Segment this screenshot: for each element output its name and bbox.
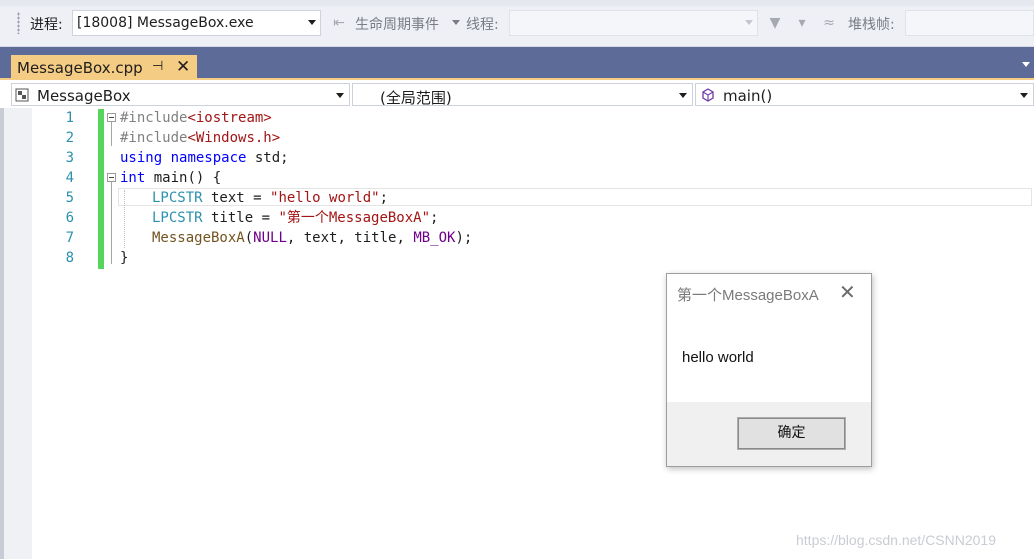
line-number: 3 bbox=[65, 150, 74, 166]
code-line-6[interactable]: LPCSTR title = "第一个MessageBoxA"; bbox=[152, 208, 438, 228]
pin-icon[interactable]: ⊣ bbox=[152, 59, 163, 74]
fold-guide bbox=[111, 122, 112, 146]
project-combo[interactable]: MessageBox bbox=[11, 83, 350, 106]
tab-label: MessageBox.cpp bbox=[17, 59, 143, 77]
code-text: ); bbox=[455, 230, 473, 246]
close-icon[interactable]: ✕ bbox=[176, 57, 190, 77]
string-literal: "hello world" bbox=[270, 190, 380, 206]
indicator-margin bbox=[4, 108, 32, 559]
member-value: main() bbox=[723, 87, 773, 105]
filter-clear-icon[interactable]: ▾ bbox=[792, 13, 812, 33]
fold-collapse-icon[interactable] bbox=[107, 173, 116, 182]
active-tab-underline bbox=[0, 78, 1034, 80]
project-icon bbox=[15, 88, 29, 102]
code-line-4[interactable]: int main() { bbox=[120, 168, 221, 188]
debug-location-toolbar: 进程: [18008] MessageBox.exe ⇤ 生命周期事件 线程: … bbox=[0, 0, 1034, 47]
chevron-down-icon[interactable] bbox=[452, 20, 460, 25]
scope-combo[interactable]: (全局范围) bbox=[352, 83, 693, 107]
code-text: ; bbox=[430, 210, 439, 226]
chevron-down-icon[interactable] bbox=[308, 20, 316, 25]
function-name: MessageBoxA bbox=[152, 230, 245, 246]
navigation-bar: MessageBox (全局范围) main() bbox=[0, 82, 1034, 109]
code-line-7[interactable]: MessageBoxA(NULL, text, title, MB_OK); bbox=[152, 228, 472, 248]
line-number: 2 bbox=[65, 130, 74, 146]
indent-guide bbox=[124, 190, 125, 248]
message-box-dialog: 第一个MessageBoxA ✕ hello world 确定 bbox=[666, 273, 872, 467]
dialog-message: hello world bbox=[682, 349, 754, 366]
thread-combo[interactable] bbox=[509, 10, 758, 36]
dialog-button-area: 确定 bbox=[667, 402, 871, 466]
include-header: <iostream> bbox=[187, 110, 272, 126]
code-text: main() { bbox=[145, 170, 222, 186]
toolbar-top-strip bbox=[0, 0, 1034, 6]
stackframe-label: 堆栈帧: bbox=[848, 17, 895, 33]
toolbar-grip[interactable] bbox=[17, 12, 20, 34]
collapse-icon[interactable]: ≈ bbox=[819, 13, 839, 33]
close-icon[interactable]: ✕ bbox=[839, 280, 856, 304]
keyword: using bbox=[120, 150, 163, 166]
chevron-down-icon[interactable] bbox=[745, 20, 753, 25]
chevron-down-icon[interactable] bbox=[679, 93, 687, 98]
fold-collapse-icon[interactable] bbox=[107, 113, 116, 122]
method-cube-icon bbox=[702, 88, 714, 102]
ok-button[interactable]: 确定 bbox=[737, 417, 846, 450]
line-number: 7 bbox=[65, 230, 74, 246]
type-name: LPCSTR bbox=[152, 210, 203, 226]
code-line-5[interactable]: LPCSTR text = "hello world"; bbox=[152, 188, 388, 208]
code-text: ; bbox=[379, 190, 389, 206]
include-header: <Windows.h> bbox=[187, 130, 281, 146]
code-line-1[interactable]: #include<iostream> bbox=[120, 108, 272, 128]
process-combo[interactable]: [18008] MessageBox.exe bbox=[72, 10, 321, 36]
lifecycle-events-label: 生命周期事件 bbox=[355, 17, 439, 33]
scope-value: (全局范围) bbox=[380, 89, 452, 107]
line-number: 8 bbox=[65, 250, 74, 266]
process-label: 进程: bbox=[30, 17, 63, 33]
preprocessor-directive: #include bbox=[120, 110, 188, 126]
tab-messagebox-cpp[interactable]: MessageBox.cpp ⊣ ✕ bbox=[11, 55, 197, 80]
chevron-down-icon[interactable] bbox=[336, 93, 344, 98]
change-tracking-bar bbox=[98, 109, 104, 269]
project-name: MessageBox bbox=[37, 87, 131, 105]
fold-guide bbox=[111, 182, 112, 264]
chevron-down-icon[interactable] bbox=[1020, 93, 1028, 98]
code-line-8[interactable]: } bbox=[120, 248, 128, 268]
line-number: 5 bbox=[65, 190, 74, 206]
line-number: 1 bbox=[65, 110, 74, 126]
process-value: [18008] MessageBox.exe bbox=[77, 15, 254, 31]
thread-label: 线程: bbox=[466, 17, 499, 33]
code-text: ( bbox=[244, 230, 254, 246]
code-text: std; bbox=[246, 150, 289, 166]
code-line-3[interactable]: using namespace std; bbox=[120, 148, 289, 168]
preprocessor-directive: #include bbox=[120, 130, 188, 146]
stackframe-combo[interactable] bbox=[905, 10, 1034, 36]
code-text: text = bbox=[202, 190, 271, 206]
keyword: namespace bbox=[170, 150, 247, 166]
macro-name: NULL bbox=[253, 230, 287, 246]
string-literal: "第一个MessageBoxA" bbox=[278, 210, 431, 226]
type-name: LPCSTR bbox=[152, 190, 203, 206]
line-number: 6 bbox=[65, 210, 74, 226]
code-text: } bbox=[120, 250, 129, 266]
code-text: title = bbox=[202, 210, 279, 226]
dialog-title: 第一个MessageBoxA bbox=[677, 287, 819, 304]
tab-overflow-chevron-icon[interactable] bbox=[1022, 62, 1030, 67]
macro-name: MB_OK bbox=[413, 230, 456, 246]
code-line-2[interactable]: #include<Windows.h> bbox=[120, 128, 280, 148]
document-tab-strip: MessageBox.cpp ⊣ ✕ bbox=[0, 47, 1034, 80]
lifecycle-events-icon: ⇤ bbox=[333, 15, 345, 31]
filter-icon[interactable]: ▼ bbox=[765, 13, 785, 33]
watermark: https://blog.csdn.net/CSNN2019 bbox=[796, 532, 997, 548]
member-combo[interactable]: main() bbox=[695, 83, 1034, 106]
keyword: int bbox=[120, 170, 146, 186]
line-number: 4 bbox=[65, 170, 74, 186]
code-text: , text, title, bbox=[286, 230, 414, 246]
